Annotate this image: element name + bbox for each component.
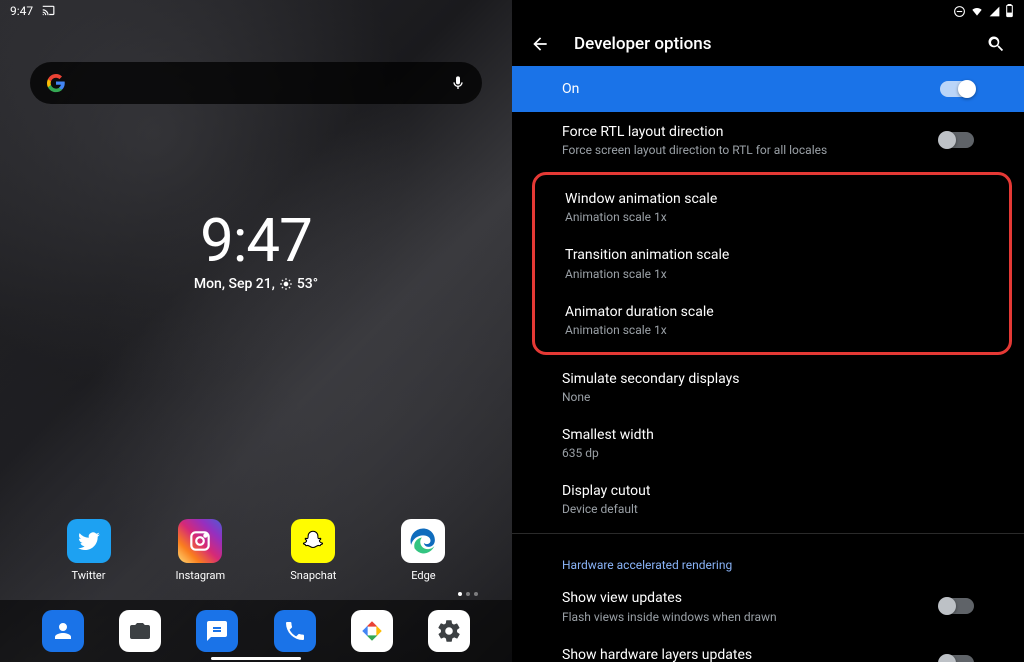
- setting-subtitle: Animation scale 1x: [565, 210, 979, 224]
- app-twitter[interactable]: Twitter: [67, 519, 111, 582]
- setting-window-animation[interactable]: Window animation scale Animation scale 1…: [535, 179, 1009, 235]
- setting-force-rtl[interactable]: Force RTL layout direction Force screen …: [512, 112, 1024, 168]
- google-logo-icon: [46, 73, 66, 93]
- setting-smallest-width[interactable]: Smallest width 635 dp: [512, 415, 1024, 471]
- setting-title: Window animation scale: [565, 190, 979, 208]
- clock-date: Mon, Sep 21,: [194, 276, 275, 292]
- title-bar: Developer options: [512, 22, 1024, 66]
- setting-hw-layers-updates[interactable]: Show hardware layers updates Flash hardw…: [512, 635, 1024, 662]
- setting-simulate-displays[interactable]: Simulate secondary displays None: [512, 359, 1024, 415]
- twitter-icon: [67, 519, 111, 563]
- app-snapchat[interactable]: Snapchat: [290, 519, 336, 582]
- page-title: Developer options: [574, 34, 711, 54]
- setting-display-cutout[interactable]: Display cutout Device default: [512, 471, 1024, 527]
- app-label: Twitter: [72, 569, 106, 582]
- status-bar: [512, 0, 1024, 22]
- clock-date-row: Mon, Sep 21, 53°: [0, 276, 512, 292]
- app-label: Snapchat: [290, 569, 336, 582]
- search-icon[interactable]: [986, 34, 1006, 54]
- setting-title: Animator duration scale: [565, 303, 979, 321]
- toggle-switch[interactable]: [940, 655, 974, 662]
- clock-widget[interactable]: 9:47 Mon, Sep 21, 53°: [0, 205, 512, 292]
- setting-title: Smallest width: [562, 426, 974, 444]
- setting-subtitle: Force screen layout direction to RTL for…: [562, 143, 930, 157]
- setting-subtitle: None: [562, 390, 974, 404]
- weather-sun-icon: [279, 277, 293, 291]
- dock-messages[interactable]: [196, 610, 238, 652]
- toggle-switch[interactable]: [940, 132, 974, 148]
- status-time: 9:47: [10, 4, 33, 18]
- dock-contacts[interactable]: [42, 610, 84, 652]
- instagram-icon: [178, 519, 222, 563]
- clock-time: 9:47: [0, 205, 512, 276]
- section-header-hw-rendering: Hardware accelerated rendering: [512, 540, 1024, 578]
- divider: [512, 533, 1024, 534]
- master-toggle-bar[interactable]: On: [512, 66, 1024, 112]
- dot: [458, 592, 462, 596]
- dock: [0, 600, 512, 662]
- app-edge[interactable]: Edge: [401, 519, 445, 582]
- setting-subtitle: Flash views inside windows when drawn: [562, 610, 930, 624]
- highlight-annotation: Window animation scale Animation scale 1…: [532, 172, 1012, 355]
- setting-subtitle: 635 dp: [562, 446, 974, 460]
- snapchat-icon: [291, 519, 335, 563]
- clock-temp: 53°: [297, 276, 318, 292]
- setting-title: Show hardware layers updates: [562, 646, 930, 662]
- setting-title: Display cutout: [562, 482, 974, 500]
- setting-subtitle: Animation scale 1x: [565, 323, 979, 337]
- dot: [474, 592, 478, 596]
- battery-icon: [1005, 4, 1014, 18]
- setting-transition-animation[interactable]: Transition animation scale Animation sca…: [535, 235, 1009, 291]
- setting-title: Force RTL layout direction: [562, 123, 930, 141]
- nav-indicator[interactable]: [211, 657, 301, 660]
- setting-animator-duration[interactable]: Animator duration scale Animation scale …: [535, 292, 1009, 348]
- setting-title: Show view updates: [562, 589, 930, 607]
- settings-screen: Developer options On Force RTL layout di…: [512, 0, 1024, 662]
- master-toggle-switch[interactable]: [940, 81, 974, 97]
- google-search-bar[interactable]: [30, 62, 482, 104]
- dock-camera[interactable]: [119, 610, 161, 652]
- dot: [466, 592, 470, 596]
- app-instagram[interactable]: Instagram: [176, 519, 226, 582]
- home-apps-row: Twitter Instagram Snapchat Edge: [0, 519, 512, 582]
- status-bar: 9:47: [0, 0, 512, 22]
- back-button[interactable]: [530, 34, 550, 54]
- toggle-switch[interactable]: [940, 598, 974, 614]
- setting-title: Simulate secondary displays: [562, 370, 974, 388]
- app-label: Edge: [411, 569, 435, 582]
- setting-title: Transition animation scale: [565, 246, 979, 264]
- edge-icon: [401, 519, 445, 563]
- mic-icon[interactable]: [450, 75, 466, 91]
- dock-phone[interactable]: [274, 610, 316, 652]
- app-label: Instagram: [176, 569, 226, 582]
- dock-settings[interactable]: [428, 610, 470, 652]
- wifi-icon: [970, 4, 984, 18]
- cast-icon: [41, 4, 55, 18]
- master-toggle-label: On: [562, 81, 579, 97]
- setting-subtitle: Animation scale 1x: [565, 267, 979, 281]
- dnd-icon: [953, 5, 966, 18]
- signal-icon: [988, 5, 1001, 18]
- dock-photos[interactable]: [351, 610, 393, 652]
- home-screen: 9:47 9:47 Mon, Sep 21, 53° Twitter: [0, 0, 512, 662]
- page-dots: [458, 592, 478, 596]
- setting-view-updates[interactable]: Show view updates Flash views inside win…: [512, 578, 1024, 634]
- settings-list[interactable]: Force RTL layout direction Force screen …: [512, 112, 1024, 662]
- setting-subtitle: Device default: [562, 502, 974, 516]
